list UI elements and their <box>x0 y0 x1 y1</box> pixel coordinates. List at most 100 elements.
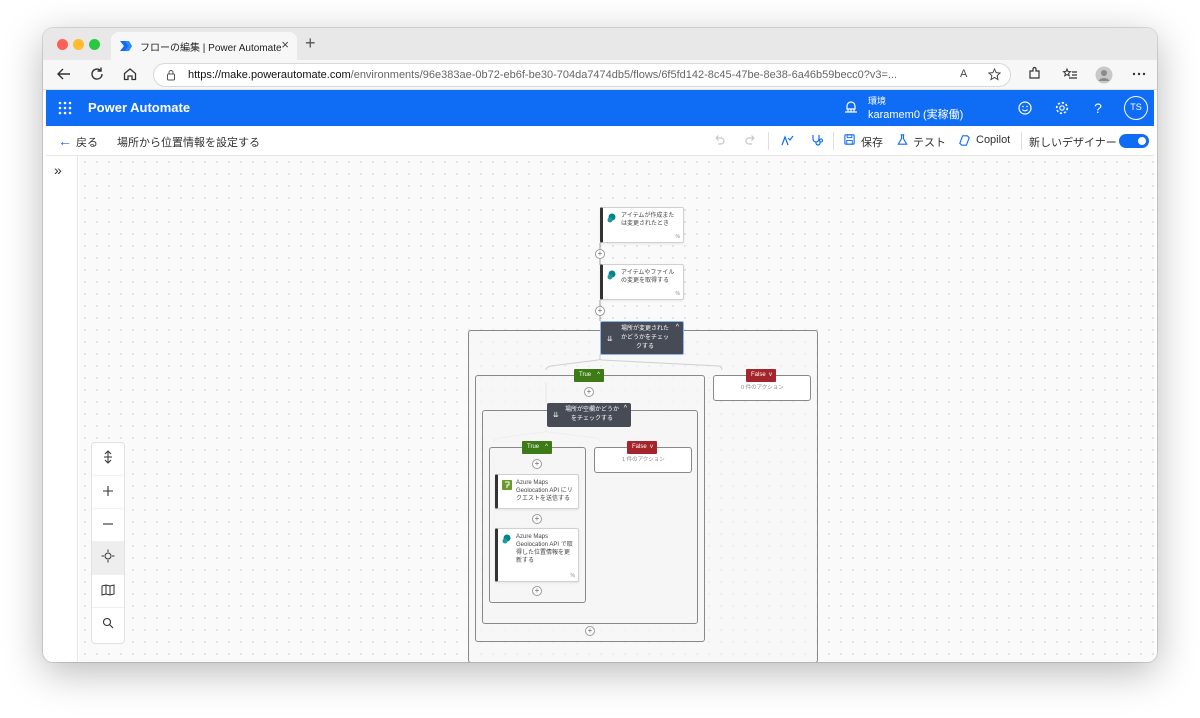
flow-canvas[interactable]: 0 件のアクション 1 件のアクション アイテムが作成または変更されたとき % … <box>79 156 1154 662</box>
chevron-up-icon: ^ <box>545 444 548 450</box>
back-arrow-icon: ← <box>58 133 72 149</box>
minimize-window-button[interactable] <box>73 39 84 50</box>
zoom-out-icon[interactable] <box>92 509 124 542</box>
outer-false-empty-text: 0 件のアクション <box>741 385 784 391</box>
branch-label: True <box>527 444 540 450</box>
update-item-card[interactable]: Azure Maps Geolocation API で取得した位置情報を更新す… <box>495 528 579 582</box>
environment-name[interactable]: karamem0 (実稼働) <box>868 106 963 122</box>
fit-view-icon[interactable] <box>92 443 124 476</box>
read-aloud-icon[interactable]: A <box>960 68 967 80</box>
add-step-button[interactable]: + <box>595 249 605 259</box>
stethoscope-icon[interactable] <box>809 133 825 149</box>
inner-false-branch[interactable]: False v <box>627 441 657 454</box>
outer-false-branch[interactable]: False v <box>746 369 776 382</box>
tab-title: フローの編集 | Power Automate <box>140 43 282 54</box>
extensions-icon[interactable] <box>1025 66 1043 84</box>
reference-icon: % <box>675 234 680 240</box>
undo-icon[interactable] <box>711 133 727 149</box>
add-step-button[interactable]: + <box>532 514 542 524</box>
update-item-title: Azure Maps Geolocation API で取得した位置情報を更新す… <box>516 534 573 564</box>
inner-true-branch[interactable]: True ^ <box>522 441 552 454</box>
trigger-card[interactable]: アイテムが作成または変更されたとき % <box>600 207 684 243</box>
app-title[interactable]: Power Automate <box>88 100 190 115</box>
add-step-button[interactable]: + <box>584 387 594 397</box>
save-button[interactable]: 保存 <box>861 134 883 150</box>
http-request-card[interactable]: Azure Maps Geolocation API にリクエストを送信する <box>495 474 579 509</box>
branch-label: True <box>579 372 592 378</box>
add-step-button[interactable]: + <box>532 586 542 596</box>
command-separator <box>768 132 769 150</box>
app-header: Power Automate 環境 karamem0 (実稼働) ? TS <box>46 90 1154 126</box>
http-request-title: Azure Maps Geolocation API にリクエストを送信する <box>516 480 573 502</box>
minimap-icon[interactable] <box>92 575 124 608</box>
url-domain: https://make.powerautomate.com <box>188 69 351 81</box>
outer-condition-title: 場所が変更されたかどうかをチェックする <box>620 326 669 350</box>
environment-icon <box>845 101 857 113</box>
left-rail: » <box>46 156 78 662</box>
url-path: /environments/96e383ae-0b72-eb6f-be30-70… <box>350 69 898 81</box>
back-button[interactable]: ← 戻る <box>58 133 98 150</box>
zoom-in-icon[interactable] <box>92 476 124 509</box>
pan-icon[interactable] <box>92 542 124 575</box>
profile-avatar-icon[interactable] <box>1095 66 1113 84</box>
flask-icon[interactable] <box>894 133 910 149</box>
zoom-panel <box>91 442 125 644</box>
user-avatar[interactable]: TS <box>1124 96 1148 120</box>
flow-checker-icon[interactable] <box>779 133 795 149</box>
inner-condition-title: 場所が空欄かどうかをチェックする <box>565 407 620 422</box>
copilot-icon[interactable] <box>956 133 972 149</box>
power-automate-icon <box>120 41 132 51</box>
add-step-button[interactable]: + <box>595 306 605 316</box>
address-bar[interactable]: https://make.powerautomate.com/environme… <box>153 63 1011 87</box>
tab-strip: フローの編集 | Power Automate × + <box>43 28 1157 60</box>
refresh-icon[interactable] <box>88 66 106 84</box>
add-step-button[interactable]: + <box>532 459 542 469</box>
reference-icon: % <box>675 291 680 297</box>
sharepoint-icon <box>607 213 616 223</box>
redo-icon[interactable] <box>743 133 759 149</box>
toggle-knob <box>1138 137 1146 145</box>
chevron-up-icon: ^ <box>597 372 600 378</box>
get-changes-card[interactable]: アイテムやファイルの変更を取得する % <box>600 264 684 300</box>
new-designer-toggle[interactable] <box>1119 134 1149 148</box>
get-changes-card-title: アイテムやファイルの変更を取得する <box>621 270 675 284</box>
command-separator <box>1021 132 1022 150</box>
sharepoint-icon <box>607 270 616 280</box>
waffle-icon[interactable] <box>58 101 72 115</box>
maximize-window-button[interactable] <box>89 39 100 50</box>
search-icon[interactable] <box>92 608 124 641</box>
save-icon[interactable] <box>841 133 857 149</box>
outer-condition-card[interactable]: ⇊ 場所が変更されたかどうかをチェックする ^ <box>600 321 684 355</box>
collapse-chevron-icon[interactable]: ^ <box>624 405 627 412</box>
more-options-icon[interactable] <box>1130 66 1148 84</box>
trigger-card-title: アイテムが作成または変更されたとき <box>621 213 675 227</box>
new-tab-button[interactable]: + <box>305 33 316 54</box>
favorite-star-icon[interactable] <box>987 67 1002 84</box>
add-step-button[interactable]: + <box>585 626 595 636</box>
chevron-down-icon: v <box>650 444 653 450</box>
flow-name[interactable]: 場所から位置情報を設定する <box>117 134 260 150</box>
close-tab-icon[interactable]: × <box>281 37 289 52</box>
chevron-down-icon: v <box>769 372 772 378</box>
inner-false-empty-text: 1 件のアクション <box>622 457 665 463</box>
smiley-icon[interactable] <box>1017 100 1033 116</box>
collapse-chevron-icon[interactable]: ^ <box>676 324 679 331</box>
home-icon[interactable] <box>121 66 139 84</box>
inner-condition-card[interactable]: ⇊ 場所が空欄かどうかをチェックする ^ <box>547 403 631 427</box>
lock-icon[interactable] <box>165 69 177 81</box>
command-bar: ← 戻る 場所から位置情報を設定する 保存 テスト Copilot 新しいデザイナ… <box>46 126 1154 156</box>
browser-tab[interactable]: フローの編集 | Power Automate × <box>111 32 297 60</box>
back-label: 戻る <box>76 137 98 149</box>
collections-icon[interactable] <box>1061 66 1079 84</box>
http-icon <box>502 480 512 490</box>
outer-true-branch[interactable]: True ^ <box>574 369 604 382</box>
command-separator <box>833 132 834 150</box>
gear-icon[interactable] <box>1054 100 1070 116</box>
back-arrow-icon[interactable] <box>55 66 73 84</box>
help-icon[interactable]: ? <box>1090 100 1106 116</box>
test-button[interactable]: テスト <box>913 134 946 150</box>
copilot-button[interactable]: Copilot <box>976 134 1010 146</box>
expand-panel-button[interactable]: » <box>54 162 62 178</box>
url-text[interactable]: https://make.powerautomate.com/environme… <box>188 69 940 81</box>
close-window-button[interactable] <box>57 39 68 50</box>
